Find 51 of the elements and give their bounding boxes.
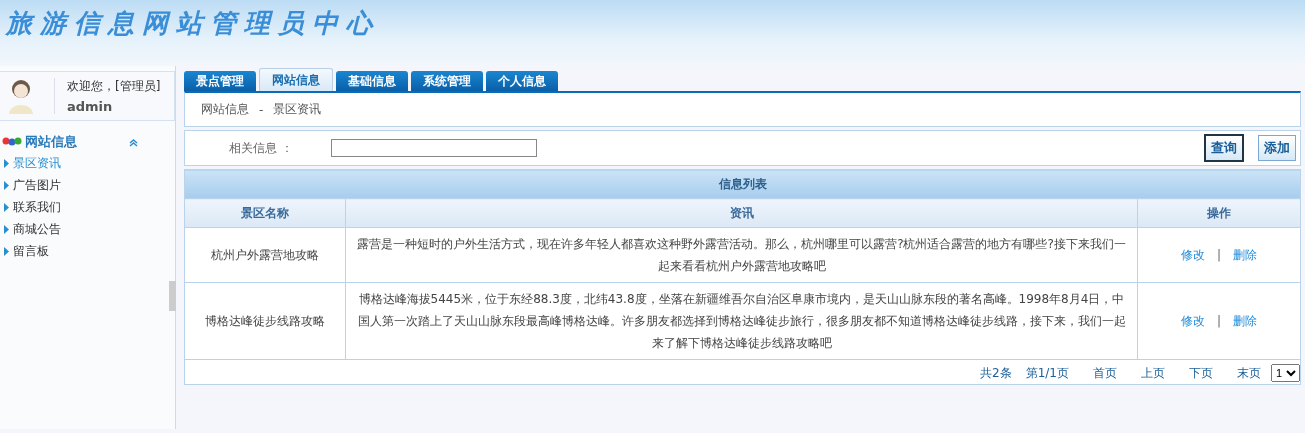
hearts-icon bbox=[2, 137, 22, 147]
delete-link[interactable]: 删除 bbox=[1233, 248, 1257, 262]
sidebar-item[interactable]: 留言板 bbox=[4, 243, 175, 260]
site-title: 旅游信息网站管理员中心 bbox=[6, 7, 380, 40]
column-header: 操作 bbox=[1137, 198, 1301, 228]
pager-link[interactable]: 首页 bbox=[1093, 366, 1117, 380]
page-select[interactable]: 1 bbox=[1271, 364, 1300, 382]
column-header: 景区名称 bbox=[184, 198, 346, 228]
breadcrumb-item: 景区资讯 bbox=[273, 101, 322, 118]
breadcrumb-separator: - bbox=[259, 102, 264, 117]
table-cell: 杭州户外露营地攻略 bbox=[184, 227, 346, 283]
page-indicator: 第1/1页 bbox=[1025, 366, 1069, 380]
triangle-icon bbox=[4, 159, 9, 168]
add-button[interactable]: 添加 bbox=[1258, 135, 1296, 161]
sidebar-item[interactable]: 商城公告 bbox=[4, 221, 175, 238]
delete-link[interactable]: 删除 bbox=[1233, 314, 1257, 328]
collapse-icon[interactable] bbox=[129, 137, 138, 147]
table-cell: 博格达峰徒步线路攻略 bbox=[184, 282, 346, 360]
avatar-icon bbox=[6, 78, 36, 114]
edit-link[interactable]: 修改 bbox=[1180, 248, 1205, 262]
user-name: admin bbox=[67, 99, 114, 114]
greeting-text: 欢迎您，[管理员] bbox=[67, 78, 161, 95]
sidebar-item[interactable]: 广告图片 bbox=[4, 177, 175, 194]
tab[interactable]: 网站信息 bbox=[259, 68, 333, 91]
action-separator: | bbox=[1216, 248, 1221, 262]
tab[interactable]: 系统管理 bbox=[411, 71, 483, 91]
tab[interactable]: 基础信息 bbox=[336, 71, 408, 91]
action-separator: | bbox=[1216, 314, 1221, 328]
triangle-icon bbox=[4, 247, 9, 256]
search-field[interactable] bbox=[330, 139, 537, 157]
query-button[interactable]: 查询 bbox=[1204, 134, 1244, 162]
tab[interactable]: 个人信息 bbox=[486, 71, 558, 91]
total-count: 共2条 bbox=[980, 366, 1012, 380]
pager-link[interactable]: 末页 bbox=[1237, 366, 1261, 380]
sidebar-title: 网站信息 bbox=[25, 133, 78, 151]
breadcrumb-item: 网站信息 bbox=[201, 101, 249, 118]
edit-link[interactable]: 修改 bbox=[1180, 314, 1205, 328]
splitter-handle[interactable] bbox=[169, 281, 176, 311]
sidebar-item[interactable]: 景区资讯 bbox=[4, 155, 175, 172]
tab[interactable]: 景点管理 bbox=[184, 71, 256, 91]
pager-link[interactable]: 下页 bbox=[1189, 366, 1213, 380]
pager-link[interactable]: 上页 bbox=[1141, 366, 1165, 380]
sidebar-item[interactable]: 联系我们 bbox=[4, 199, 175, 216]
column-header: 资讯 bbox=[345, 198, 1138, 228]
search-label: 相关信息 ： bbox=[229, 139, 293, 157]
triangle-icon bbox=[4, 181, 9, 190]
table-cell: 露营是一种短时的户外生活方式，现在许多年轻人都喜欢这种野外露营活动。那么，杭州哪里可以露营?杭州适合露营的地方有哪些?接下来我们一起来看看杭州户外露营地攻略吧 bbox=[345, 227, 1138, 283]
triangle-icon bbox=[4, 203, 9, 212]
triangle-icon bbox=[4, 225, 9, 234]
table-title: 信息列表 bbox=[184, 169, 1301, 199]
table-cell: 博格达峰海拔5445米，位于东经88.3度，北纬43.8度，坐落在新疆维吾尔自治区阜康市境内，是天山山脉东段的著名高峰。1998年8月4日，中国人第一次踏上了天山山脉东段最高峰博格达峰。许多朋友都选择到博格达峰徒步旅行，很多朋友都不知道博格达峰徒步线路，接下来，我们一起来了解下博格达峰徒步线路攻略吧 bbox=[345, 282, 1138, 360]
